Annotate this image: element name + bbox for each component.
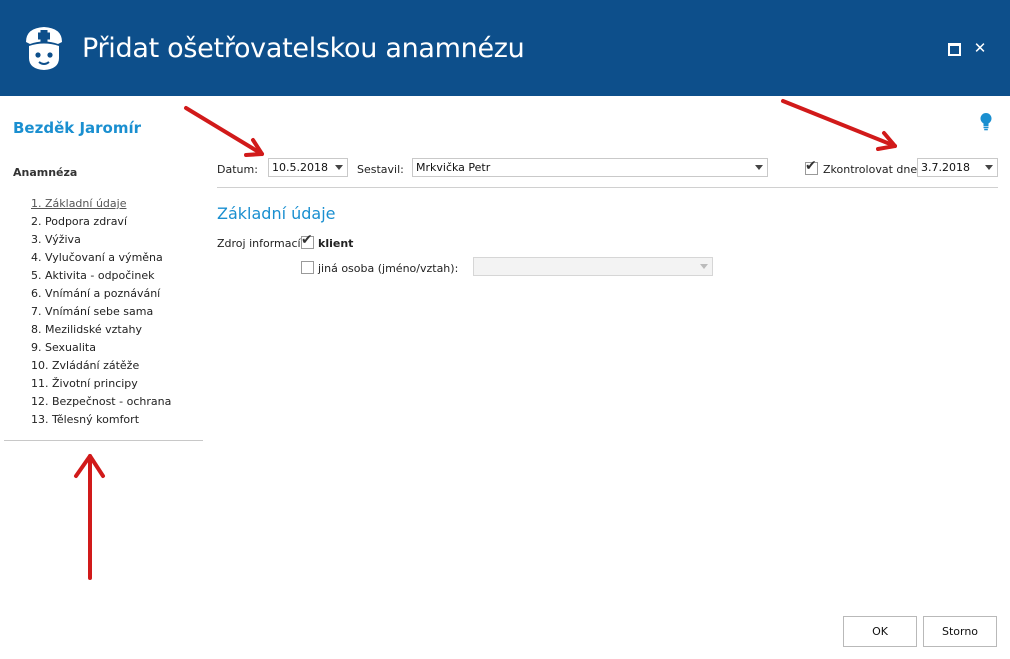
lightbulb-icon[interactable] — [979, 112, 993, 132]
checkmark-icon: ✔ — [301, 232, 313, 248]
sidebar-item-zivotni-principy[interactable]: 11. Životní principy — [31, 375, 171, 393]
sidebar-item-zvladani-zateze[interactable]: 10. Zvládání zátěže — [31, 357, 171, 375]
sidebar-item-aktivita[interactable]: 5. Aktivita - odpočinek — [31, 267, 171, 285]
check-date-picker[interactable]: 3.7.2018 — [917, 158, 998, 177]
sidebar-item-telesny-komfort[interactable]: 13. Tělesný komfort — [31, 411, 171, 429]
close-icon[interactable]: ✕ — [972, 40, 988, 56]
author-select[interactable]: Mrkvička Petr — [412, 158, 768, 177]
header-divider — [217, 187, 998, 188]
sidebar-item-sexualita[interactable]: 9. Sexualita — [31, 339, 171, 357]
other-person-select[interactable] — [473, 257, 713, 276]
sidebar-item-mezilidske-vztahy[interactable]: 8. Mezilidské vztahy — [31, 321, 171, 339]
sidebar-item-vnimani-sebe[interactable]: 7. Vnímání sebe sama — [31, 303, 171, 321]
annotation-arrow-check-date — [781, 99, 897, 148]
sidebar-item-vyziva[interactable]: 3. Výživa — [31, 231, 171, 249]
chevron-down-icon[interactable] — [700, 264, 708, 269]
chevron-down-icon[interactable] — [755, 165, 763, 170]
sidebar: Bezděk Jaromír Anamnéza 1. Základní údaj… — [0, 96, 203, 659]
author-value: Mrkvička Petr — [416, 161, 491, 174]
source-label: Zdroj informací: — [217, 237, 305, 250]
nurse-icon — [26, 27, 62, 70]
sidebar-item-zakladni-udaje[interactable]: 1. Základní údaje — [31, 195, 171, 213]
date-value: 10.5.2018 — [272, 161, 328, 174]
anamnesis-nav: 1. Základní údaje 2. Podpora zdraví 3. V… — [31, 195, 171, 429]
date-label: Datum: — [217, 163, 258, 176]
sidebar-item-bezpecnost[interactable]: 12. Bezpečnost - ochrana — [31, 393, 171, 411]
sidebar-item-vnimani-poznavani[interactable]: 6. Vnímání a poznávání — [31, 285, 171, 303]
client-label: klient — [318, 237, 354, 250]
patient-name: Bezděk Jaromír — [13, 119, 142, 137]
cancel-button[interactable]: Storno — [923, 616, 997, 647]
window-title: Přidat ošetřovatelskou anamnézu — [82, 33, 525, 64]
client-checkbox[interactable]: ✔ — [301, 232, 314, 249]
author-label: Sestavil: — [357, 163, 404, 176]
title-bar: Přidat ošetřovatelskou anamnézu ✕ — [0, 0, 1010, 96]
maximize-icon[interactable] — [946, 40, 962, 56]
ok-button[interactable]: OK — [843, 616, 917, 647]
sidebar-item-podpora-zdravi[interactable]: 2. Podpora zdraví — [31, 213, 171, 231]
check-date-value: 3.7.2018 — [921, 161, 970, 174]
chevron-down-icon[interactable] — [335, 165, 343, 170]
other-person-label: jiná osoba (jméno/vztah): — [318, 262, 459, 275]
sidebar-divider — [4, 440, 203, 441]
checkmark-icon: ✔ — [805, 158, 817, 174]
check-date-label: Zkontrolovat dne: — [823, 163, 921, 176]
date-picker[interactable]: 10.5.2018 — [268, 158, 348, 177]
sidebar-section-title: Anamnéza — [13, 166, 78, 179]
section-title: Základní údaje — [217, 204, 336, 223]
check-date-checkbox[interactable]: ✔ — [805, 158, 818, 175]
other-person-checkbox[interactable] — [301, 261, 314, 274]
chevron-down-icon[interactable] — [985, 165, 993, 170]
sidebar-item-vylucovani[interactable]: 4. Vylučovaní a výměna — [31, 249, 171, 267]
